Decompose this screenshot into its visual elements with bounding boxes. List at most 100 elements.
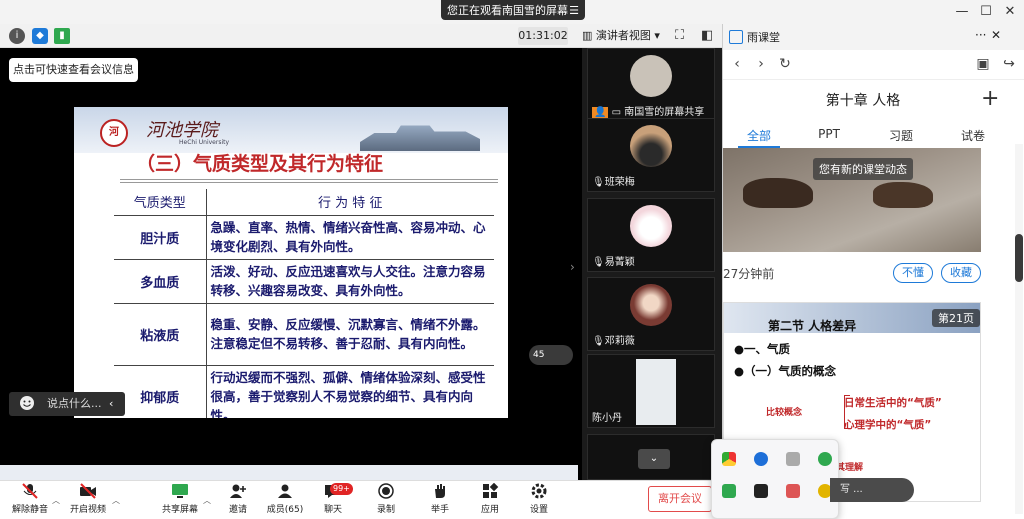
chrome-icon[interactable]	[722, 452, 736, 466]
table-row: 胆汁质 急躁、直率、热情、情绪兴奋性高、容易冲动、心境变化剧烈、具有外向性。	[114, 215, 494, 260]
settings-button[interactable]: 设置	[509, 483, 569, 517]
scrollbar-thumb[interactable]	[1015, 234, 1023, 282]
unmute-label: 解除静音	[11, 505, 48, 515]
college-logo: 河	[100, 119, 128, 147]
content-tabs: 全部 PPT 习题 试卷	[723, 124, 1003, 148]
college-subtitle: HeChi University	[179, 139, 230, 146]
participant-name: 🎙易菁颖	[592, 257, 635, 268]
card-section-title: 第二节 人格差异	[768, 319, 857, 333]
stats-icon[interactable]	[754, 484, 768, 498]
mic-muted-icon: 🎙	[592, 177, 605, 188]
chevron-down-icon[interactable]: ⌄	[638, 449, 670, 469]
chat-quick-input[interactable]: 说点什么... ‹	[9, 392, 125, 416]
tab-exercises[interactable]: 习题	[871, 127, 931, 144]
chevron-left-icon[interactable]: ‹	[109, 392, 113, 416]
favorite-button[interactable]: 收藏	[941, 263, 981, 283]
input-method-bubble[interactable]: 写 ...	[830, 478, 914, 502]
leave-meeting-button[interactable]: 离开会议	[648, 486, 712, 512]
scrollbar[interactable]	[1015, 144, 1023, 514]
participant-tile[interactable]: 🎙班荣梅	[587, 118, 715, 192]
share-icon[interactable]: ↪	[1001, 56, 1017, 72]
screen-share-icon: ▭	[611, 107, 622, 118]
close-tab-icon[interactable]: ✕	[991, 28, 1001, 42]
meeting-toolbar: i ◆ ▮ 01:31:02 ▥ 演讲者视图 ▾ ⛶ ◧	[0, 24, 722, 48]
participant-tile[interactable]: 🎙易菁颖	[587, 198, 715, 272]
video-label: 开启视频	[69, 505, 106, 515]
add-icon[interactable]: +	[981, 86, 999, 111]
compare-item: 心理学中的“气质”	[844, 419, 932, 431]
zoom-badge: 45	[529, 345, 573, 365]
participant-name: 🎙班荣梅	[592, 177, 635, 188]
temperament-table: 气质类型 行 为 特 征 胆汁质 急躁、直率、热情、情绪兴奋性高、容易冲动、心境…	[114, 189, 494, 418]
bluetooth-icon[interactable]	[754, 452, 768, 466]
tab-all[interactable]: 全部	[729, 127, 789, 144]
browser-nav-bar: ‹ › ↻ ▣ ↪	[723, 50, 1024, 80]
table-header-row: 气质类型 行 为 特 征	[114, 189, 494, 216]
settings-label: 设置	[529, 505, 548, 515]
avatar	[630, 284, 672, 326]
screenshot-icon[interactable]: ▣	[975, 56, 991, 72]
system-tray-popup	[711, 439, 839, 519]
share-banner[interactable]: 您正在观看南国雪的屏幕 ☰	[441, 0, 585, 20]
tab-ppt[interactable]: PPT	[799, 127, 859, 141]
fullscreen-icon[interactable]: ⛶	[675, 28, 684, 43]
avatar	[630, 125, 672, 167]
browser-tab-title[interactable]: 雨课堂	[747, 29, 780, 45]
temperament-name: 抑郁质	[114, 365, 207, 418]
app-icon[interactable]	[786, 484, 800, 498]
add-user-icon	[230, 484, 246, 498]
emoji-icon[interactable]	[19, 395, 35, 411]
back-icon[interactable]: ‹	[729, 56, 745, 72]
card-line: ●一、气质	[734, 342, 791, 356]
refresh-icon[interactable]: ↻	[777, 56, 793, 72]
signal-icon[interactable]: ▮	[54, 28, 70, 44]
compare-item: 日常生活中的“气质”	[844, 397, 942, 409]
sidebar-toggle-icon[interactable]: ◧	[701, 28, 713, 43]
temperament-name: 多血质	[114, 259, 207, 304]
card-page-number: 第21页	[932, 309, 980, 327]
shield-icon[interactable]: ◆	[32, 28, 48, 44]
video-button[interactable]: 开启视频	[58, 483, 118, 517]
temperament-description: 急躁、直率、热情、情绪兴奋性高、容易冲动、心境变化剧烈、具有外向性。	[206, 215, 494, 260]
view-mode-dropdown[interactable]: ▥ 演讲者视图 ▾	[582, 27, 664, 45]
temperament-description: 活泼、好动、反应迅速喜欢与人交往。注意力容易转移、兴趣容易改变、具有外向性。	[206, 259, 494, 304]
collapse-arrow-icon[interactable]: ›	[570, 260, 575, 274]
record-icon	[378, 483, 394, 499]
share-screen-button[interactable]: 共享屏幕	[150, 483, 210, 517]
view-mode-label: 演讲者视图	[595, 29, 651, 42]
meeting-info-tooltip[interactable]: 点击可快速查看会议信息	[9, 58, 138, 82]
avatar	[630, 55, 672, 97]
temperament-name: 胆汁质	[114, 215, 207, 260]
menu-icon[interactable]: ☰	[569, 4, 579, 17]
chat-unread-badge: 99+	[330, 483, 353, 495]
mic-muted-icon: 🎙	[592, 336, 605, 347]
temperament-description: 稳重、安静、反应缓慢、沉默寡言、情绪不外露。注意稳定但不易转移、善于忍耐、具有内…	[206, 303, 494, 366]
participant-tile[interactable]: 🎙邓莉薇	[587, 277, 715, 351]
app-icon[interactable]	[722, 484, 736, 498]
presentation-slide: 河 河池学院 HeChi University （三）气质类型及其行为特征 气质…	[74, 107, 508, 418]
cloud-icon[interactable]	[786, 452, 800, 466]
close-icon[interactable]: ✕	[999, 3, 1021, 21]
minimize-icon[interactable]: —	[951, 3, 973, 21]
chevron-up-icon[interactable]: ︿	[112, 495, 120, 506]
dont-understand-button[interactable]: 不懂	[893, 263, 933, 283]
temperament-description: 行动迟缓而不强烈、孤僻、情绪体验深刻、感受性很高，善于觉察别人不易觉察的细节、具…	[206, 365, 494, 418]
maximize-icon[interactable]: ☐	[975, 3, 997, 21]
feed-image[interactable]: 您有新的课堂动态	[723, 148, 981, 252]
more-icon[interactable]: ···	[975, 28, 986, 42]
wechat-icon[interactable]	[818, 452, 832, 466]
table-row: 多血质 活泼、好动、反应迅速喜欢与人交往。注意力容易转移、兴趣容易改变、具有外向…	[114, 259, 494, 304]
share-banner-text: 您正在观看南国雪的屏幕	[447, 4, 568, 17]
new-activity-notice[interactable]: 您有新的课堂动态	[813, 158, 913, 180]
table-row: 抑郁质 行动迟缓而不强烈、孤僻、情绪体验深刻、感受性很高，善于觉察别人不易觉察的…	[114, 365, 494, 418]
unmute-button[interactable]: 解除静音	[0, 483, 60, 517]
participant-tile[interactable]: 陈小丹	[587, 354, 715, 428]
tab-exams[interactable]: 试卷	[943, 127, 1003, 144]
avatar	[630, 205, 672, 247]
card-bottom-text: 其理解	[836, 463, 864, 473]
browser-tab-bar: 雨课堂 ··· ✕	[723, 24, 1024, 50]
record-button[interactable]: 录制	[356, 483, 416, 517]
info-icon[interactable]: i	[9, 28, 25, 44]
forward-icon[interactable]: ›	[753, 56, 769, 72]
participant-tile[interactable]: 👤 ▭ 南国雪的屏幕共享	[587, 48, 715, 122]
